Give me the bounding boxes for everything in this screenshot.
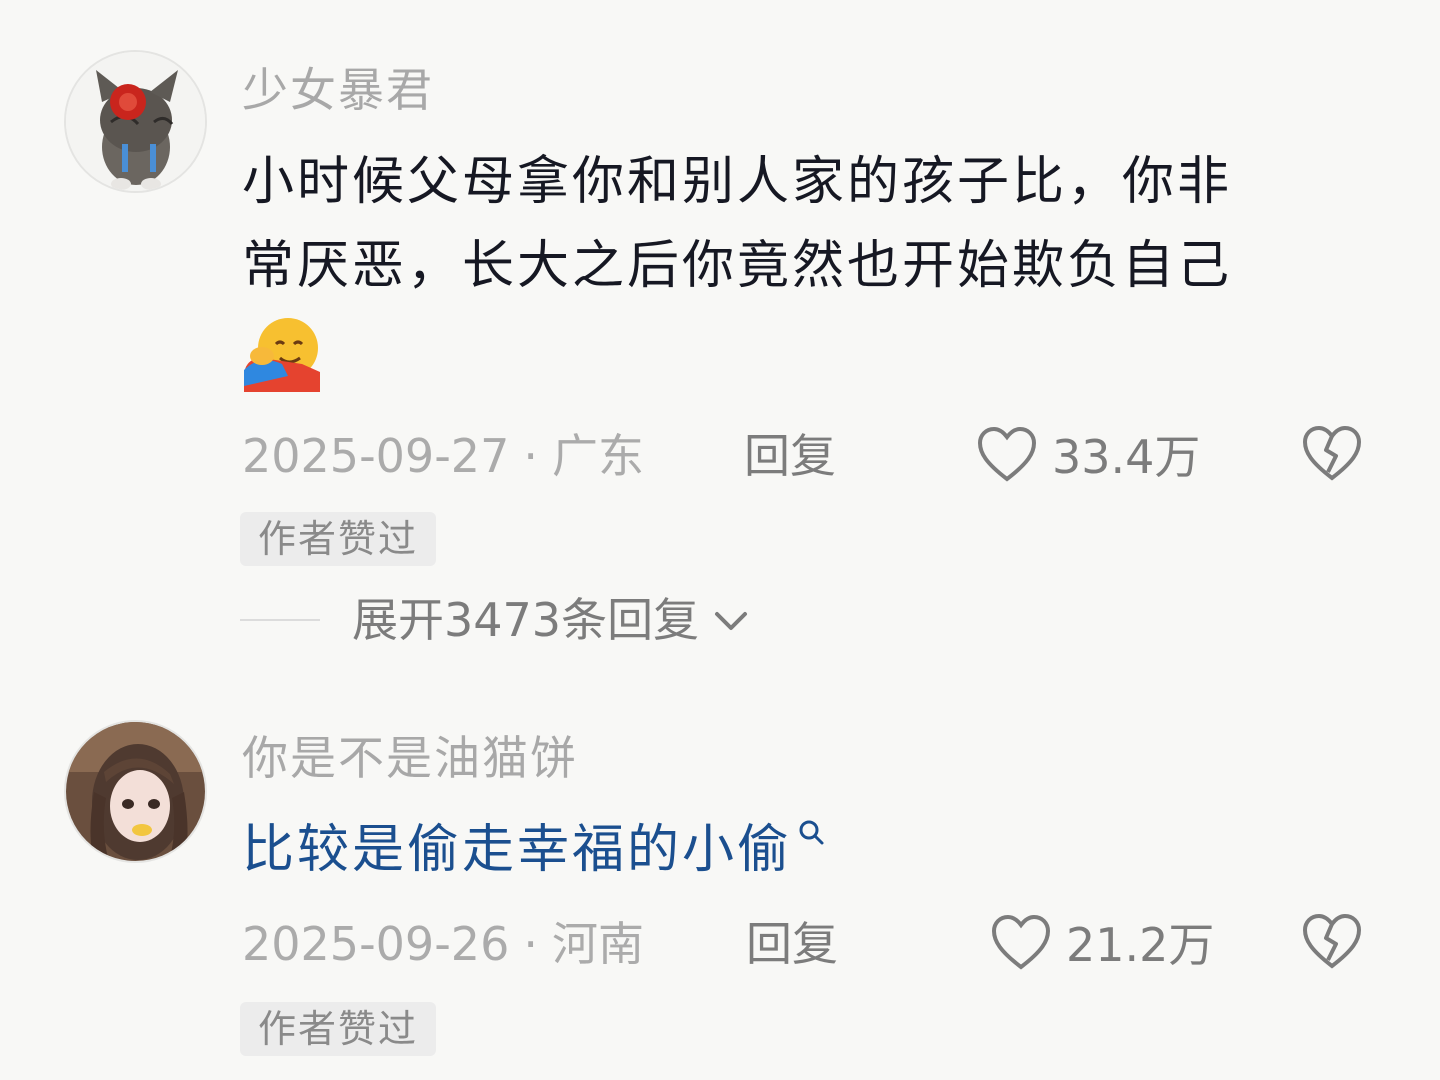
comment-location: 广东	[551, 429, 644, 483]
comment-text-line: 常厌恶，长大之后你竟然也开始欺负自己	[242, 236, 1233, 296]
comment-date: 2025-09-26	[242, 917, 510, 971]
broken-heart-icon[interactable]	[1300, 912, 1364, 972]
author-liked-badge: 作者赞过	[240, 512, 437, 566]
like-count: 33.4万	[1052, 430, 1201, 484]
comment-text-line: 小时候父母拿你和别人家的孩子比，你非	[242, 152, 1233, 212]
comment-search-link[interactable]: 比较是偷走幸福的小偷	[242, 820, 792, 880]
avatar[interactable]	[64, 720, 207, 863]
meta-separator: ·	[523, 429, 538, 483]
like-button[interactable]: 33.4万	[976, 424, 1200, 484]
heart-icon	[991, 914, 1051, 970]
author-liked-badge: 作者赞过	[240, 1002, 437, 1056]
username[interactable]: 少女暴君	[242, 62, 434, 118]
comment-location: 河南	[551, 917, 644, 971]
reply-button[interactable]: 回复	[746, 916, 838, 972]
comment-meta: 2025-09-26 · 河南	[242, 916, 644, 972]
hugging-face-emoji-icon	[244, 318, 320, 392]
kitten-avatar-image	[66, 52, 205, 191]
comment-text: 小时候父母拿你和别人家的孩子比，你非 常厌恶，长大之后你竟然也开始欺负自己	[242, 140, 1342, 308]
like-button[interactable]: 21.2万	[990, 912, 1214, 972]
comment-meta: 2025-09-27 · 广东	[242, 428, 644, 484]
expand-replies-label: 展开3473条回复	[352, 593, 700, 647]
heart-icon	[977, 426, 1037, 482]
like-count: 21.2万	[1066, 918, 1215, 972]
broken-heart-icon[interactable]	[1300, 424, 1364, 484]
chevron-down-icon	[715, 612, 748, 630]
expand-divider	[240, 619, 320, 621]
reply-button[interactable]: 回复	[744, 428, 836, 484]
username[interactable]: 你是不是油猫饼	[242, 730, 578, 786]
avatar[interactable]	[64, 50, 207, 193]
girl-avatar-image	[66, 722, 205, 861]
comment-text[interactable]: 比较是偷走幸福的小偷	[242, 808, 1142, 892]
meta-separator: ·	[523, 917, 538, 971]
comment-date: 2025-09-27	[242, 429, 510, 483]
expand-replies-button[interactable]: 展开3473条回复	[352, 592, 753, 648]
search-icon[interactable]	[794, 816, 830, 852]
